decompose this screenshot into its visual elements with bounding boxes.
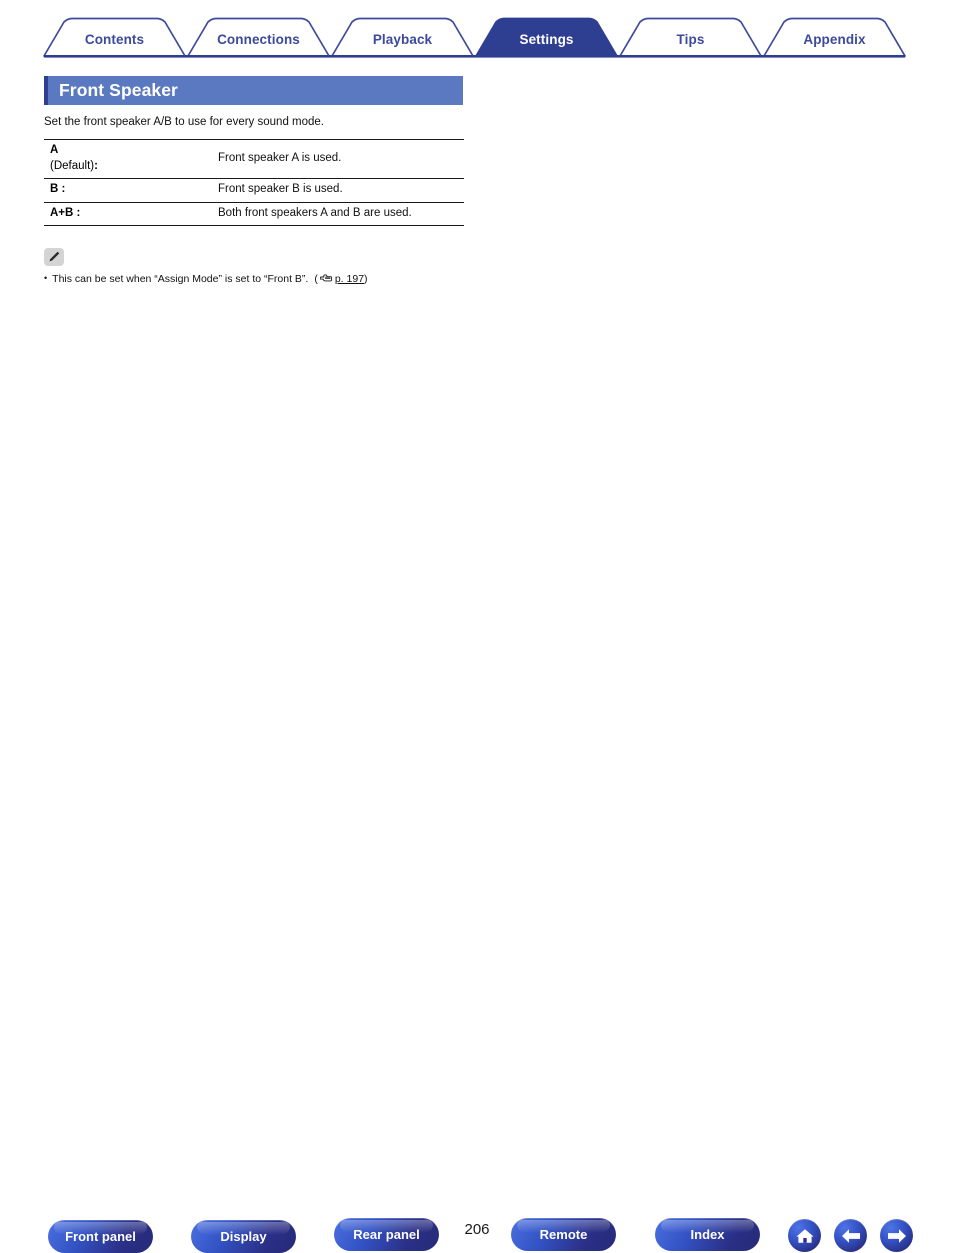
options-table: A (Default): Front speaker A is used. B … [44, 139, 464, 226]
front-panel-button[interactable]: Front panel [48, 1220, 153, 1253]
ref-open-paren: ( [314, 273, 318, 285]
table-row: A (Default): Front speaker A is used. [44, 139, 464, 179]
pointing-hand-icon [318, 274, 333, 286]
index-button-label: Index [690, 1227, 725, 1242]
option-key-cell: B : [44, 178, 218, 202]
index-button[interactable]: Index [655, 1218, 760, 1251]
ref-close-paren: ) [364, 273, 368, 285]
option-key-cell: A+B : [44, 201, 218, 226]
note-block: • This can be set when “Assign Mode” is … [44, 248, 504, 285]
option-key-main: B : [50, 183, 66, 195]
tab-playback[interactable] [332, 18, 473, 56]
tab-tips[interactable] [620, 18, 761, 56]
option-key-cell: A (Default): [44, 139, 218, 179]
option-value-cell: Front speaker B is used. [218, 178, 464, 202]
rear-panel-button[interactable]: Rear panel [334, 1218, 439, 1251]
page-title: Front Speaker [59, 80, 178, 100]
tab-settings[interactable] [476, 18, 617, 56]
navigation-tab-bar: Contents Connections Playback Settings T… [0, 0, 954, 62]
option-key-main: A+B : [50, 206, 81, 219]
page-number: 206 [464, 1221, 490, 1238]
tab-contents[interactable] [44, 18, 185, 56]
tab-appendix[interactable] [764, 18, 905, 56]
option-key-sub-colon: : [94, 159, 98, 172]
table-row: A+B : Both front speakers A and B are us… [44, 201, 464, 226]
arrow-left-icon[interactable] [834, 1219, 867, 1252]
option-value-cell: Both front speakers A and B are used. [218, 201, 464, 226]
front-panel-button-label: Front panel [65, 1229, 136, 1244]
option-value-cell: Front speaker A is used. [218, 139, 464, 179]
note-text: This can be set when “Assign Mode” is se… [52, 273, 309, 285]
section-banner: Front Speaker [44, 76, 463, 105]
page-reference-link[interactable]: p. 197 [335, 273, 364, 285]
section-intro-text: Set the front speaker A/B to use for eve… [44, 116, 324, 128]
display-button[interactable]: Display [191, 1220, 296, 1253]
note-bullet: • [44, 273, 48, 283]
option-key-main: A [50, 144, 59, 156]
rear-panel-button-label: Rear panel [353, 1227, 420, 1242]
option-key-sub-text: (Default) [50, 159, 95, 172]
pencil-icon [44, 248, 64, 266]
option-key-sub: (Default): [50, 159, 218, 175]
remote-button[interactable]: Remote [511, 1218, 616, 1251]
footer-navigation-bar: Front panel Display Rear panel 206 Remot… [0, 601, 954, 1253]
page-reference[interactable]: ( p. 197 ) [314, 273, 367, 285]
arrow-right-icon[interactable] [880, 1219, 913, 1252]
display-button-label: Display [220, 1229, 267, 1244]
remote-button-label: Remote [539, 1227, 588, 1242]
note-line: • This can be set when “Assign Mode” is … [44, 273, 504, 285]
home-icon[interactable] [788, 1219, 821, 1252]
table-row: B : Front speaker B is used. [44, 178, 464, 202]
page-content: Front Speaker Set the front speaker A/B … [44, 76, 504, 285]
tab-connections[interactable] [188, 18, 329, 56]
